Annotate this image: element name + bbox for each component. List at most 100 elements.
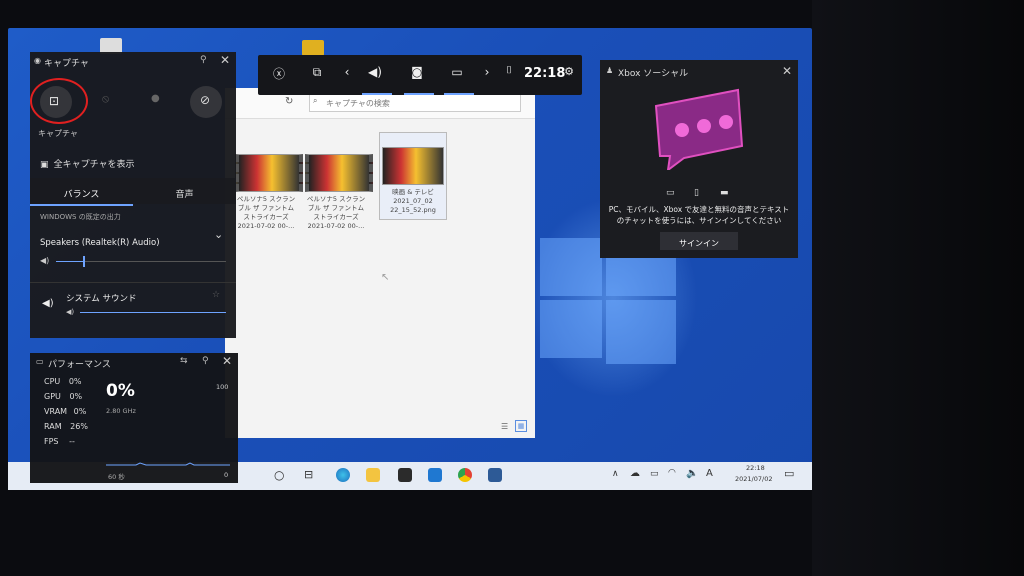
capture-widget-button[interactable]: ◙ <box>404 65 430 79</box>
pin-icon[interactable]: ⚲ <box>202 356 209 366</box>
vram-label: VRAM <box>44 407 68 416</box>
cpu-graph <box>106 462 230 466</box>
gallery-icon: ▣ <box>40 160 49 170</box>
edge-icon[interactable] <box>336 468 350 482</box>
file-thumbnail <box>382 147 444 185</box>
cpu-frequency: 2.80 GHz <box>106 407 136 415</box>
speaker-icon: ◀) <box>42 298 54 309</box>
windows-logo-pane <box>540 300 602 358</box>
record-icon: ● <box>151 93 160 104</box>
folder-icon[interactable] <box>366 468 380 482</box>
master-volume-slider[interactable] <box>56 256 226 267</box>
chrome-icon[interactable] <box>458 468 472 482</box>
audio-widget-button[interactable]: ◀) <box>362 65 388 79</box>
show-all-captures-label: 全キャプチャを表示 <box>53 160 135 170</box>
mic-button[interactable]: ⊘ <box>190 86 222 118</box>
cpu-value: 0% <box>68 377 82 386</box>
signin-button[interactable]: サインイン <box>660 232 738 250</box>
refresh-icon[interactable]: ↻ <box>285 96 293 107</box>
settings-sliders-icon[interactable]: ⇆ <box>180 356 188 366</box>
fps-label: FPS <box>44 437 59 446</box>
clock-date[interactable]: 2021/07/02 <box>735 475 772 483</box>
graph-range-right: 0 <box>224 471 229 479</box>
show-all-captures-link[interactable]: ▣ 全キャプチャを表示 <box>40 152 220 170</box>
pc-icon: ▭ <box>666 188 675 198</box>
signin-label: サインイン <box>679 239 719 248</box>
performance-widget: ▭ パフォーマンス ⇆ ⚲ ✕ CPU 0% GPU 0% VRAM 0% RA… <box>30 353 238 483</box>
mail-icon[interactable] <box>428 468 442 482</box>
battery-icon[interactable]: ▭ <box>650 469 659 479</box>
close-icon[interactable]: ✕ <box>782 64 792 78</box>
mouse-icon: ⌷ <box>506 65 512 76</box>
file-item[interactable]: ペルソナ5 スクランブル ザ ファントム ストライカーズ 2021-07-02 … <box>305 154 373 231</box>
ram-label: RAM <box>44 422 62 431</box>
tab-balance[interactable]: バランス <box>30 182 133 206</box>
performance-widget-button[interactable]: ▭ <box>444 65 470 79</box>
desktop-icon[interactable] <box>302 40 324 56</box>
graph-range-left: 60 秒 <box>108 473 125 481</box>
output-device-select[interactable]: Speakers (Realtek(R) Audio) ⌄ <box>40 228 228 248</box>
monitor-bezel <box>812 0 1024 576</box>
social-title: Xbox ソーシャル <box>618 69 689 79</box>
widget-menu-button[interactable]: ⧉ <box>304 65 330 80</box>
console-icon: ▬ <box>720 188 729 198</box>
windows-logo-pane <box>540 238 602 296</box>
tab-voice[interactable]: 音声 <box>133 182 236 204</box>
photos-icon[interactable] <box>488 468 502 482</box>
chat-bubble-icon <box>654 88 744 170</box>
list-view-icon[interactable]: ☰ <box>501 422 508 431</box>
camera-small-icon: ◉ <box>34 56 41 65</box>
fps-row[interactable]: FPS -- <box>44 437 75 446</box>
output-device-value: Speakers (Realtek(R) Audio) <box>40 238 160 248</box>
ime-indicator[interactable]: A <box>706 468 713 479</box>
file-thumbnail <box>305 154 373 192</box>
record-last-icon: ⦸ <box>102 92 110 105</box>
store-icon[interactable] <box>398 468 412 482</box>
speaker-small-icon: ◀) <box>40 256 50 265</box>
clock-time[interactable]: 22:18 <box>746 464 765 472</box>
friends-icon: ♟ <box>606 66 614 75</box>
gpu-row[interactable]: GPU 0% <box>44 392 82 401</box>
close-icon[interactable]: ✕ <box>222 354 232 368</box>
graph-max-label: 100 <box>216 383 229 391</box>
cpu-label: CPU <box>44 377 61 386</box>
task-manager-icon[interactable]: ⊟ <box>304 468 313 481</box>
record-button[interactable]: ● <box>142 86 170 114</box>
vram-row[interactable]: VRAM 0% <box>44 407 86 416</box>
mic-off-icon: ⊘ <box>200 93 211 107</box>
file-name: ペルソナ5 スクランブル ザ ファントム ストライカーズ 2021-07-02 … <box>306 195 366 230</box>
task-view-icon[interactable]: ○ <box>274 468 284 482</box>
chevron-down-icon: ⌄ <box>214 228 224 241</box>
search-input[interactable]: キャプチャの検索 <box>309 94 521 112</box>
mouse-cursor-icon: ↖ <box>381 272 390 283</box>
close-icon[interactable]: ✕ <box>220 53 230 67</box>
notification-icon[interactable]: ▭ <box>784 467 794 480</box>
record-last-button[interactable]: ⦸ <box>94 86 122 114</box>
cpu-row[interactable]: CPU 0% <box>44 377 82 386</box>
settings-gear-icon[interactable]: ⚙ <box>556 65 582 78</box>
system-volume-slider[interactable] <box>80 312 226 313</box>
scroll-left-icon[interactable]: ‹ <box>334 65 360 79</box>
file-item[interactable]: 映画 & テレビ 2021_07_02 22_15_52.png <box>379 132 447 220</box>
gpu-value: 0% <box>69 392 83 401</box>
search-icon: ⌕ <box>313 96 318 105</box>
volume-icon[interactable]: 🔈 <box>686 468 698 479</box>
social-message: PC、モバイル、Xbox で友達と無料の音声とテキストのチャットを使うには、サイ… <box>608 205 790 225</box>
xbox-social-widget: ♟ Xbox ソーシャル ✕ ▭ ▯ ▬ PC、モバイル、Xbox で友達と無料… <box>600 60 798 258</box>
audio-widget: バランス 音声 WINDOWS の既定の出力 Speakers (Realtek… <box>30 178 236 338</box>
windows-logo-pane <box>606 300 676 364</box>
wifi-icon[interactable]: ◠ <box>668 468 676 478</box>
pin-icon[interactable]: ⚲ <box>200 55 207 65</box>
show-hidden-icons-icon[interactable]: ∧ <box>612 469 619 479</box>
onedrive-icon[interactable]: ☁ <box>630 468 640 479</box>
file-name: ペルソナ5 スクランブル ザ ファントム ストライカーズ 2021-07-02 … <box>236 195 296 230</box>
game-bar: ⓧ ⧉ ‹ ◀) ◙ ▭ › ⌷ 22:18 ⚙ <box>258 55 582 95</box>
ram-row[interactable]: RAM 26% <box>44 422 88 431</box>
grid-view-icon[interactable]: ▦ <box>515 420 527 432</box>
file-item[interactable]: ペルソナ5 スクランブル ザ ファントム ストライカーズ 2021-07-02 … <box>235 154 303 231</box>
xbox-button[interactable]: ⓧ <box>266 65 292 82</box>
file-explorer-window: ↻ キャプチャの検索 ⌕ ペルソナ5 スクランブル ザ ファントム ストライカー… <box>225 88 535 438</box>
star-icon[interactable]: ☆ <box>212 290 220 300</box>
slider-thumb[interactable] <box>83 256 86 267</box>
ram-value: 26% <box>70 422 88 431</box>
